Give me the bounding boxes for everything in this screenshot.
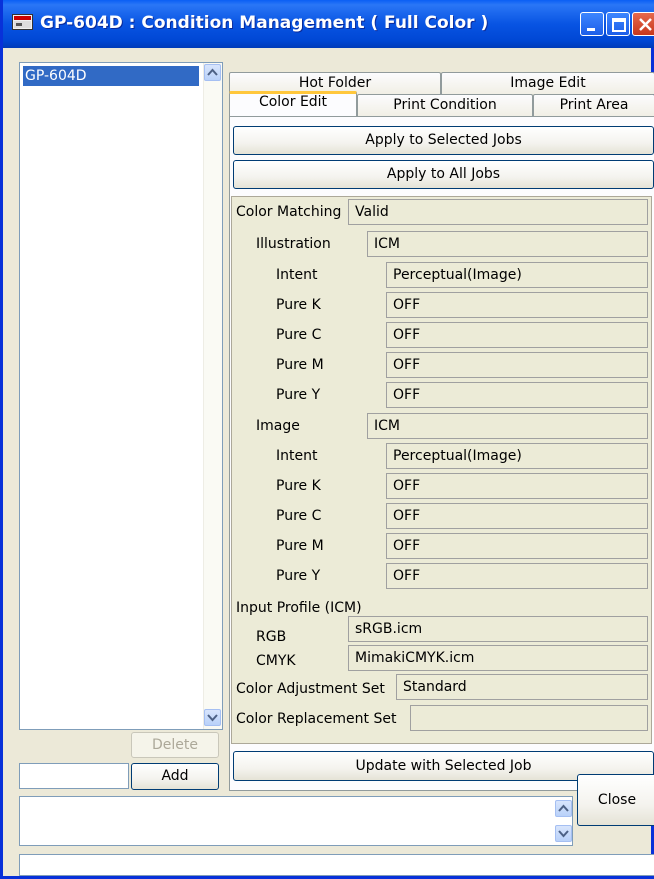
cmyk-profile-label: CMYK: [256, 653, 296, 669]
delete-button[interactable]: Delete: [131, 732, 219, 758]
condition-list[interactable]: GP-604D: [19, 62, 223, 730]
cmyk-profile-value[interactable]: MimakiCMYK.icm: [348, 645, 648, 671]
list-scrollbar[interactable]: [203, 63, 222, 729]
illustration-pure-y-label: Pure Y: [276, 387, 321, 403]
color-adjustment-set-label: Color Adjustment Set: [236, 681, 385, 697]
illustration-value[interactable]: ICM: [367, 231, 648, 257]
color-replacement-set-value[interactable]: [410, 705, 648, 731]
status-bar: [19, 854, 654, 876]
image-pure-k-value[interactable]: OFF: [386, 473, 648, 499]
tab-print-condition[interactable]: Print Condition: [357, 94, 533, 116]
illustration-intent-value[interactable]: Perceptual(Image): [386, 262, 648, 288]
color-matching-label: Color Matching: [236, 204, 342, 220]
image-pure-m-value[interactable]: OFF: [386, 533, 648, 559]
illustration-pure-k-label: Pure K: [276, 297, 321, 313]
app-icon: [12, 14, 33, 30]
window-title: GP-604D : Condition Management ( Full Co…: [40, 13, 489, 33]
apply-to-all-jobs-button[interactable]: Apply to All Jobs: [233, 160, 654, 189]
scroll-down-button[interactable]: [204, 709, 221, 726]
color-replacement-set-label: Color Replacement Set: [236, 711, 397, 727]
illustration-pure-y-value[interactable]: OFF: [386, 382, 648, 408]
tab-color-edit[interactable]: Color Edit: [229, 91, 357, 116]
message-scroll-down-button[interactable]: [555, 825, 572, 842]
scroll-up-button[interactable]: [204, 64, 221, 81]
illustration-pure-k-value[interactable]: OFF: [386, 292, 648, 318]
image-label: Image: [256, 418, 300, 434]
minimize-button[interactable]: [580, 12, 604, 36]
illustration-pure-c-label: Pure C: [276, 327, 322, 343]
app-window: GP-604D : Condition Management ( Full Co…: [0, 0, 654, 879]
image-pure-k-label: Pure K: [276, 478, 321, 494]
rgb-profile-value[interactable]: sRGB.icm: [348, 616, 648, 642]
illustration-pure-m-label: Pure M: [276, 357, 324, 373]
maximize-button[interactable]: [606, 12, 630, 36]
message-area[interactable]: [19, 796, 573, 846]
title-bar[interactable]: GP-604D : Condition Management ( Full Co…: [3, 0, 654, 48]
list-item[interactable]: GP-604D: [23, 66, 199, 86]
illustration-pure-m-value[interactable]: OFF: [386, 352, 648, 378]
tab-print-area[interactable]: Print Area: [533, 94, 654, 116]
add-button[interactable]: Add: [131, 763, 219, 790]
image-pure-y-value[interactable]: OFF: [386, 563, 648, 589]
tab-image-edit[interactable]: Image Edit: [441, 72, 654, 94]
rgb-profile-label: RGB: [256, 629, 287, 645]
illustration-label: Illustration: [256, 236, 331, 252]
illustration-intent-label: Intent: [276, 267, 318, 283]
image-pure-m-label: Pure M: [276, 538, 324, 554]
new-condition-name-input[interactable]: [19, 763, 129, 789]
apply-to-selected-jobs-button[interactable]: Apply to Selected Jobs: [233, 126, 654, 155]
image-value[interactable]: ICM: [367, 413, 648, 439]
image-intent-value[interactable]: Perceptual(Image): [386, 443, 648, 469]
image-pure-y-label: Pure Y: [276, 568, 321, 584]
close-window-button[interactable]: [632, 12, 654, 36]
message-scroll-up-button[interactable]: [555, 800, 572, 817]
illustration-pure-c-value[interactable]: OFF: [386, 322, 648, 348]
image-pure-c-label: Pure C: [276, 508, 322, 524]
color-adjustment-set-value[interactable]: Standard: [396, 674, 648, 700]
image-pure-c-value[interactable]: OFF: [386, 503, 648, 529]
input-profile-label: Input Profile (ICM): [236, 600, 362, 616]
image-intent-label: Intent: [276, 448, 318, 464]
close-button[interactable]: Close: [577, 774, 654, 826]
color-matching-value[interactable]: Valid: [348, 199, 648, 225]
